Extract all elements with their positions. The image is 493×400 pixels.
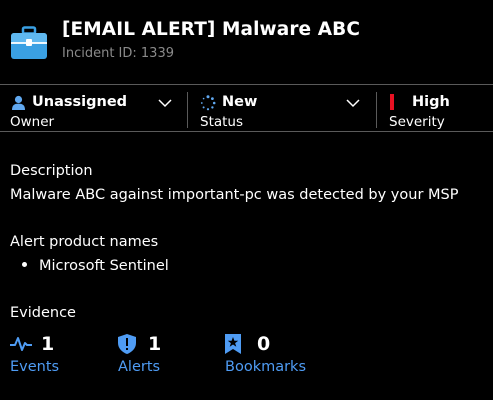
chevron-down-icon[interactable] xyxy=(346,98,360,108)
evidence-events[interactable]: 1 Events xyxy=(10,333,100,381)
bookmark-star-icon xyxy=(225,334,241,354)
alert-products-label: Alert product names xyxy=(10,234,159,250)
bookmarks-link[interactable]: Bookmarks xyxy=(225,359,306,375)
person-icon xyxy=(12,95,25,110)
list-item: Microsoft Sentinel xyxy=(22,258,169,274)
chevron-down-icon[interactable] xyxy=(158,98,172,108)
bullet-icon xyxy=(22,261,27,267)
header-divider-top xyxy=(0,84,493,85)
severity-label: Severity xyxy=(389,114,445,130)
incident-header: [EMAIL ALERT] Malware ABC Incident ID: 1… xyxy=(0,0,493,84)
alerts-count: 1 xyxy=(148,333,162,355)
owner-label: Owner xyxy=(10,114,55,130)
owner-value: Unassigned xyxy=(32,94,128,110)
alerts-link[interactable]: Alerts xyxy=(118,359,160,375)
evidence-bookmarks[interactable]: 0 Bookmarks xyxy=(225,333,335,381)
status-label: Status xyxy=(200,114,244,130)
severity-dropdown[interactable]: High Severity xyxy=(377,90,493,130)
spinner-icon xyxy=(200,95,216,111)
description-label: Description xyxy=(10,163,93,179)
activity-pulse-icon xyxy=(10,337,32,351)
incident-id: Incident ID: 1339 xyxy=(62,46,174,61)
shield-alert-icon xyxy=(118,334,136,354)
severity-value: High xyxy=(412,94,450,110)
owner-dropdown[interactable]: Unassigned Owner xyxy=(0,90,186,130)
severity-bar-icon xyxy=(390,94,394,110)
alert-product-name: Microsoft Sentinel xyxy=(39,258,169,274)
description-text: Malware ABC against important-pc was det… xyxy=(10,187,459,203)
evidence-alerts[interactable]: 1 Alerts xyxy=(118,333,208,381)
incident-title: [EMAIL ALERT] Malware ABC xyxy=(62,19,361,40)
bookmarks-count: 0 xyxy=(257,333,271,355)
status-value: New xyxy=(222,94,258,110)
briefcase-icon xyxy=(11,26,47,59)
events-link[interactable]: Events xyxy=(10,359,59,375)
evidence-label: Evidence xyxy=(10,305,76,321)
events-count: 1 xyxy=(41,333,55,355)
header-divider-bottom xyxy=(0,131,493,132)
status-dropdown[interactable]: New Status xyxy=(188,90,374,130)
